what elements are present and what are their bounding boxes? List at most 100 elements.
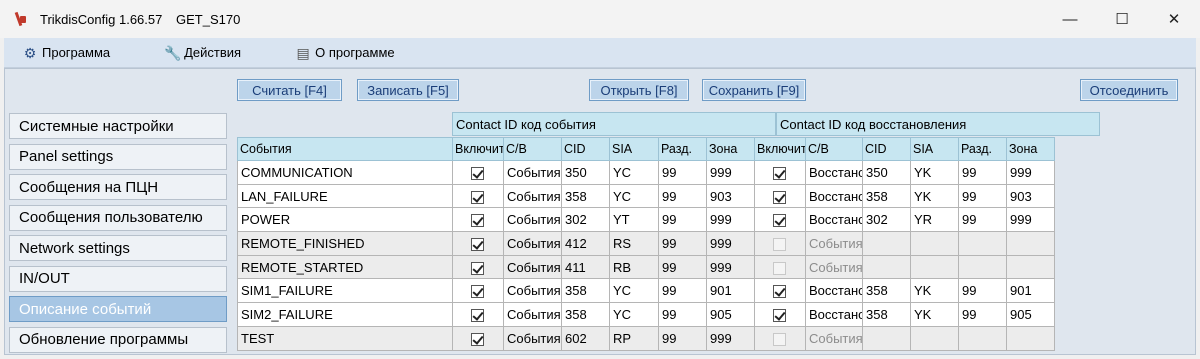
- restore-partition-cell[interactable]: 99: [958, 278, 1007, 304]
- save-button[interactable]: Сохранить [F9]: [702, 79, 806, 101]
- sidebar-item-panel-settings[interactable]: Panel settings: [9, 143, 227, 170]
- sidebar-item-in-out[interactable]: IN/OUT: [9, 265, 227, 292]
- sidebar-item-system-settings[interactable]: Системные настройки: [9, 113, 227, 139]
- column-header-event-zone[interactable]: Зона: [706, 137, 755, 161]
- restore-partition-cell[interactable]: 99: [958, 207, 1007, 233]
- table-row[interactable]: TEST События 602 RP 99 999 События: [237, 325, 1055, 351]
- sidebar-item-user-messages[interactable]: Сообщения пользователю: [9, 204, 227, 231]
- restore-cid-cell[interactable]: 358: [862, 302, 911, 327]
- restore-cb-cell[interactable]: Восстановление: [805, 183, 863, 209]
- restore-enable-checkbox[interactable]: [773, 190, 786, 204]
- restore-partition-cell[interactable]: 99: [958, 302, 1007, 327]
- event-cb-cell[interactable]: События: [503, 254, 562, 280]
- menu-actions[interactable]: 🔧 Действия: [164, 38, 241, 68]
- event-cb-cell[interactable]: События: [503, 302, 562, 327]
- event-partition-cell[interactable]: 99: [658, 302, 707, 327]
- event-cb-cell[interactable]: События: [503, 207, 562, 233]
- restore-zone-cell[interactable]: 905: [1006, 302, 1055, 327]
- event-enable-checkbox[interactable]: [471, 332, 484, 346]
- sidebar-item-event-description[interactable]: Описание событий: [9, 296, 227, 322]
- event-zone-cell[interactable]: 999: [706, 254, 755, 280]
- event-sia-cell[interactable]: RP: [609, 325, 659, 351]
- column-header-event-cid[interactable]: CID: [561, 137, 610, 161]
- event-zone-cell[interactable]: 999: [706, 325, 755, 351]
- event-partition-cell[interactable]: 99: [658, 254, 707, 280]
- event-cb-cell[interactable]: События: [503, 325, 562, 351]
- event-partition-cell[interactable]: 99: [658, 160, 707, 185]
- menu-program[interactable]: ⚙ Программа: [22, 38, 110, 68]
- table-row[interactable]: REMOTE_FINISHED События 412 RS 99 999 События: [237, 231, 1055, 256]
- restore-enable-checkbox[interactable]: [773, 214, 786, 228]
- restore-cb-cell[interactable]: Восстановление: [805, 278, 863, 304]
- restore-sia-cell[interactable]: YR: [910, 207, 959, 233]
- sidebar-item-firmware-update[interactable]: Обновление программы: [9, 326, 227, 353]
- table-row[interactable]: SIM1_FAILUREСобытия358YC99901Восстановле…: [237, 278, 1055, 304]
- restore-cid-cell[interactable]: 358: [862, 278, 911, 304]
- restore-enable-checkbox[interactable]: [773, 285, 786, 299]
- event-cb-cell[interactable]: События: [503, 231, 562, 256]
- event-cid-cell[interactable]: 358: [561, 278, 610, 304]
- event-partition-cell[interactable]: 99: [658, 325, 707, 351]
- maximize-button[interactable]: ☐: [1096, 0, 1148, 38]
- event-sia-cell[interactable]: YC: [609, 183, 659, 209]
- restore-cid-cell[interactable]: 302: [862, 207, 911, 233]
- event-partition-cell[interactable]: 99: [658, 278, 707, 304]
- restore-partition-cell[interactable]: 99: [958, 183, 1007, 209]
- column-header-event-sia[interactable]: SIA: [609, 137, 659, 161]
- column-header-restore-enable[interactable]: Включить: [754, 137, 806, 161]
- sidebar-item-messages-cms[interactable]: Сообщения на ПЦН: [9, 174, 227, 200]
- restore-partition-cell[interactable]: 99: [958, 160, 1007, 185]
- open-button[interactable]: Открыть [F8]: [589, 79, 689, 101]
- restore-cb-cell[interactable]: Восстановление: [805, 160, 863, 185]
- minimize-button[interactable]: —: [1044, 0, 1096, 38]
- event-zone-cell[interactable]: 999: [706, 160, 755, 185]
- menu-about[interactable]: ▤ О программе: [295, 38, 394, 68]
- event-sia-cell[interactable]: RS: [609, 231, 659, 256]
- disconnect-button[interactable]: Отсоединить: [1080, 79, 1178, 101]
- event-enable-checkbox[interactable]: [471, 166, 484, 180]
- write-button[interactable]: Записать [F5]: [357, 79, 459, 101]
- event-cid-cell[interactable]: 602: [561, 325, 610, 351]
- column-header-restore-cid[interactable]: CID: [862, 137, 911, 161]
- restore-sia-cell[interactable]: YK: [910, 183, 959, 209]
- event-cb-cell[interactable]: События: [503, 160, 562, 185]
- event-cid-cell[interactable]: 350: [561, 160, 610, 185]
- table-row[interactable]: POWERСобытия302YT99999Восстановление302Y…: [237, 207, 1055, 233]
- table-row[interactable]: LAN_FAILUREСобытия358YC99903Восстановлен…: [237, 183, 1055, 209]
- event-cid-cell[interactable]: 411: [561, 254, 610, 280]
- restore-enable-checkbox[interactable]: [773, 309, 786, 322]
- event-cb-cell[interactable]: События: [503, 278, 562, 304]
- event-sia-cell[interactable]: RB: [609, 254, 659, 280]
- event-enable-checkbox[interactable]: [471, 237, 484, 251]
- event-enable-checkbox[interactable]: [471, 214, 484, 228]
- column-header-event-partition[interactable]: Разд.: [658, 137, 707, 161]
- column-header-event[interactable]: События: [237, 137, 453, 161]
- event-enable-checkbox[interactable]: [471, 309, 484, 322]
- restore-cb-cell[interactable]: Восстановление: [805, 207, 863, 233]
- event-zone-cell[interactable]: 905: [706, 302, 755, 327]
- restore-sia-cell[interactable]: YK: [910, 160, 959, 185]
- restore-zone-cell[interactable]: 901: [1006, 278, 1055, 304]
- event-partition-cell[interactable]: 99: [658, 183, 707, 209]
- event-sia-cell[interactable]: YC: [609, 302, 659, 327]
- restore-sia-cell[interactable]: YK: [910, 302, 959, 327]
- column-header-restore-cb[interactable]: C/B: [805, 137, 863, 161]
- event-cid-cell[interactable]: 302: [561, 207, 610, 233]
- table-row[interactable]: SIM2_FAILUREСобытия358YC99905Восстановле…: [237, 302, 1055, 327]
- event-cid-cell[interactable]: 358: [561, 183, 610, 209]
- restore-enable-checkbox[interactable]: [773, 166, 786, 180]
- event-partition-cell[interactable]: 99: [658, 207, 707, 233]
- event-sia-cell[interactable]: YC: [609, 160, 659, 185]
- event-zone-cell[interactable]: 999: [706, 207, 755, 233]
- event-partition-cell[interactable]: 99: [658, 231, 707, 256]
- event-zone-cell[interactable]: 999: [706, 231, 755, 256]
- restore-cid-cell[interactable]: 350: [862, 160, 911, 185]
- event-cb-cell[interactable]: События: [503, 183, 562, 209]
- sidebar-item-network-settings[interactable]: Network settings: [9, 235, 227, 261]
- close-button[interactable]: ✕: [1148, 0, 1200, 38]
- event-enable-checkbox[interactable]: [471, 190, 484, 204]
- event-enable-checkbox[interactable]: [471, 261, 484, 275]
- restore-zone-cell[interactable]: 999: [1006, 160, 1055, 185]
- column-header-event-enable[interactable]: Включить: [452, 137, 504, 161]
- table-row[interactable]: REMOTE_STARTED События 411 RB 99 999 События: [237, 254, 1055, 280]
